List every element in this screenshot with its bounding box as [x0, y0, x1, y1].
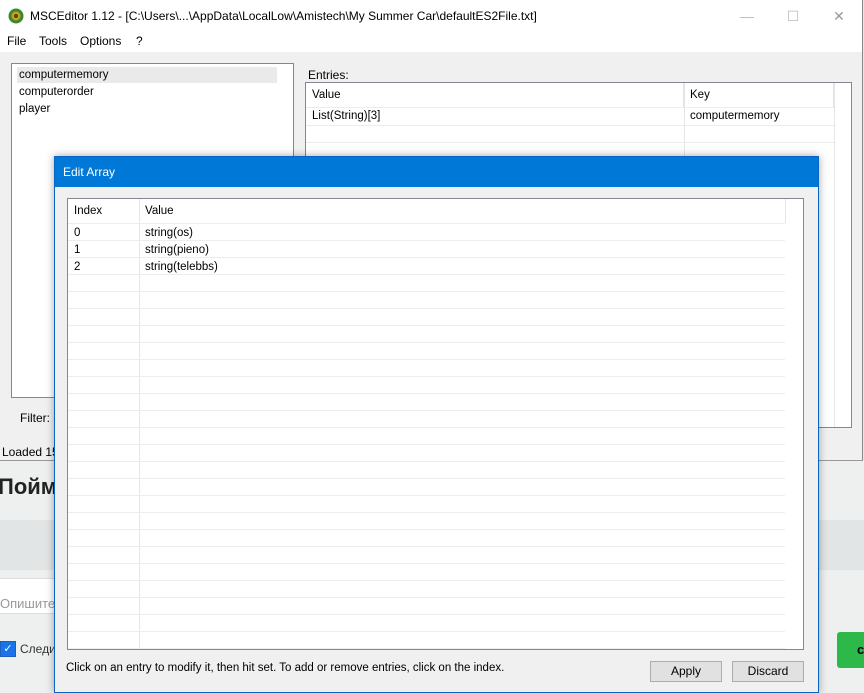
title-bar[interactable]: MSCEditor 1.12 - [C:\Users\...\AppData\L… — [0, 0, 862, 32]
minimize-button[interactable]: — — [724, 0, 770, 32]
discard-button[interactable]: Discard — [732, 661, 804, 682]
background-checkbox[interactable]: ✓ — [0, 641, 16, 657]
maximize-button[interactable]: ☐ — [770, 0, 816, 32]
array-row-separator — [68, 631, 785, 632]
array-row-separator — [68, 529, 785, 530]
entries-label: Entries: — [308, 68, 349, 82]
menu-bar: File Tools Options ? — [0, 32, 862, 52]
list-item-player[interactable]: player — [17, 101, 277, 117]
array-row-separator — [68, 597, 785, 598]
edit-array-dialog: Edit Array Index Value 0 string(os) 1 st… — [54, 156, 819, 693]
entries-column-separator — [834, 83, 835, 427]
array-column-separator — [139, 199, 140, 649]
array-cell-value[interactable]: string(telebbs) — [145, 259, 218, 275]
array-row-separator — [68, 257, 785, 258]
array-row-separator — [68, 325, 785, 326]
array-row-separator — [68, 614, 785, 615]
entries-row-separator — [306, 142, 836, 143]
array-row-separator — [68, 410, 785, 411]
close-button[interactable]: ✕ — [816, 0, 862, 32]
entries-row-separator — [306, 125, 836, 126]
array-cell-value[interactable]: string(os) — [145, 225, 193, 241]
filter-label: Filter: — [20, 411, 50, 425]
array-cell-index[interactable]: 2 — [74, 259, 80, 275]
array-row-separator — [68, 495, 785, 496]
array-row-separator — [68, 359, 785, 360]
background-green-button[interactable]: с — [837, 632, 864, 668]
entries-header-key[interactable]: Key — [684, 83, 834, 107]
dialog-hint: Click on an entry to modify it, then hit… — [66, 662, 505, 674]
array-cell-value[interactable]: string(pieno) — [145, 242, 209, 258]
array-row-separator — [68, 427, 785, 428]
menu-file[interactable]: File — [7, 34, 26, 48]
list-item-computerorder[interactable]: computerorder — [17, 84, 277, 100]
array-cell-index[interactable]: 0 — [74, 225, 80, 241]
array-row-separator — [68, 512, 785, 513]
window-title: MSCEditor 1.12 - [C:\Users\...\AppData\L… — [30, 9, 537, 23]
background-checkbox-label: Следи — [20, 642, 56, 656]
menu-help[interactable]: ? — [136, 34, 143, 48]
array-row-separator — [68, 308, 785, 309]
list-item-computermemory[interactable]: computermemory — [17, 67, 277, 83]
entries-cell-value[interactable]: List(String)[3] — [312, 108, 380, 124]
array-row-separator — [68, 274, 785, 275]
entries-header-value[interactable]: Value — [306, 83, 684, 107]
apply-button[interactable]: Apply — [650, 661, 722, 682]
array-row-separator — [68, 580, 785, 581]
array-row-separator — [68, 376, 785, 377]
array-row-separator — [68, 223, 785, 224]
array-grid[interactable]: Index Value 0 string(os) 1 string(pieno)… — [67, 198, 804, 650]
background-heading: Пойм — [0, 474, 58, 499]
array-row-separator — [68, 478, 785, 479]
status-bar-text: Loaded 15 — [2, 445, 59, 459]
array-row-separator — [68, 342, 785, 343]
menu-options[interactable]: Options — [80, 34, 121, 48]
array-row-separator — [68, 648, 785, 649]
background-input-placeholder: Опишите — [0, 596, 56, 611]
array-row-separator — [68, 393, 785, 394]
array-row-separator — [68, 546, 785, 547]
dialog-title: Edit Array — [63, 165, 116, 179]
array-row-separator — [68, 444, 785, 445]
array-cell-index[interactable]: 1 — [74, 242, 80, 258]
array-header-value[interactable]: Value — [145, 199, 174, 223]
menu-tools[interactable]: Tools — [39, 34, 67, 48]
app-icon — [8, 8, 24, 24]
array-row-separator — [68, 240, 785, 241]
array-row-separator — [68, 291, 785, 292]
dialog-title-bar[interactable]: Edit Array — [55, 157, 818, 187]
array-row-separator — [68, 461, 785, 462]
array-row-separator — [68, 563, 785, 564]
array-column-separator — [785, 199, 786, 223]
array-header-index[interactable]: Index — [74, 199, 102, 223]
entries-cell-key[interactable]: computermemory — [690, 108, 779, 124]
